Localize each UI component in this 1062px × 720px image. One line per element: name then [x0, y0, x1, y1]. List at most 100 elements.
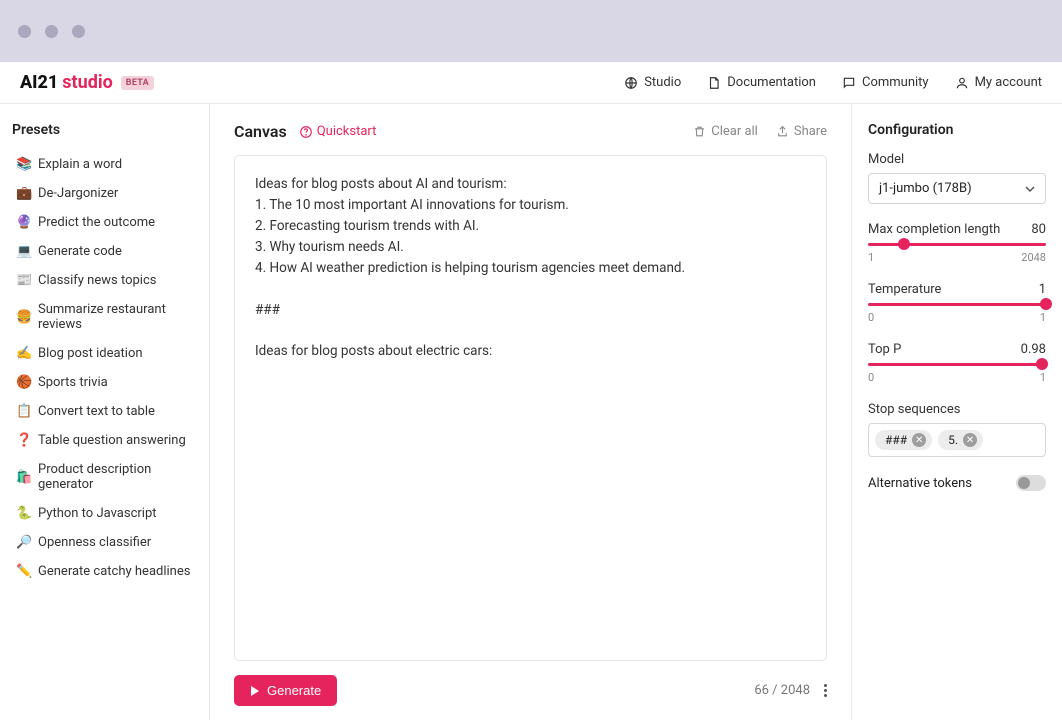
preset-emoji-icon: ✍️ [16, 346, 32, 361]
preset-item[interactable]: 📋Convert text to table [12, 397, 197, 426]
preset-item[interactable]: 🍔 Summarize restaurant reviews [12, 295, 197, 339]
max-length-value: 80 [1031, 222, 1046, 237]
play-icon [250, 686, 260, 696]
preset-emoji-icon: 📋 [16, 404, 32, 419]
chevron-down-icon [1025, 184, 1035, 194]
preset-label: Sports trivia [38, 375, 108, 390]
canvas-bottombar: Generate 66 / 2048 [234, 661, 827, 710]
preset-label: Generate code [38, 244, 122, 259]
preset-item[interactable]: ❓Table question answering [12, 426, 197, 455]
alt-tokens-label: Alternative tokens [868, 476, 972, 491]
clear-all-label: Clear all [711, 124, 758, 139]
document-icon [707, 76, 721, 90]
topp-max: 1 [1040, 371, 1046, 384]
model-value: j1-jumbo (178B) [879, 181, 972, 196]
share-button[interactable]: Share [776, 124, 827, 139]
token-count: 66 / 2048 [754, 683, 810, 698]
logo-part2: studio [62, 72, 112, 93]
topp-value: 0.98 [1021, 342, 1046, 357]
config-title: Configuration [868, 122, 1046, 138]
model-select[interactable]: j1-jumbo (178B) [868, 173, 1046, 204]
preset-label: Blog post ideation [38, 346, 143, 361]
max-length-min: 1 [868, 251, 874, 264]
preset-label: Classify news topics [38, 273, 156, 288]
nav-docs[interactable]: Documentation [707, 75, 816, 90]
preset-item[interactable]: ✏️Generate catchy headlines [12, 557, 197, 586]
topp-label: Top P [868, 342, 901, 357]
canvas-area: Canvas Quickstart Clear all Share Ideas … [210, 104, 852, 720]
preset-list: 📚Explain a word💼De-Jargonizer 🔮 Predict th… [12, 150, 197, 586]
temperature-min: 0 [868, 311, 874, 324]
preset-item[interactable]: 🛍️Product description generator [12, 455, 197, 499]
nav-community[interactable]: Community [842, 75, 929, 90]
preset-emoji-icon: ✏️ [16, 564, 32, 579]
nav-account[interactable]: My account [955, 75, 1042, 90]
canvas-title: Canvas [234, 122, 287, 141]
temperature-slider[interactable] [868, 303, 1046, 306]
alt-tokens-row: Alternative tokens [868, 475, 1046, 491]
preset-item[interactable]: 🏀Sports trivia [12, 368, 197, 397]
topbar: AI21 studio BETA Studio Documentation Co… [0, 62, 1062, 104]
tokens-area: 66 / 2048 [754, 683, 827, 698]
preset-label: Predict the outcome [38, 215, 155, 230]
preset-item[interactable]: 🐍Python to Javascript [12, 499, 197, 528]
chat-icon [842, 76, 856, 90]
preset-label: Product description generator [38, 462, 193, 492]
quickstart-label: Quickstart [317, 124, 377, 139]
window-dot [18, 25, 31, 38]
topp-slider[interactable] [868, 363, 1046, 366]
logo[interactable]: AI21 studio BETA [20, 72, 154, 93]
sidebar: Presets 📚Explain a word💼De-Jargonizer 🔮 Pr… [0, 104, 210, 720]
stop-sequences-input[interactable]: ### ✕ 5. ✕ [868, 423, 1046, 457]
nav-docs-label: Documentation [727, 75, 816, 90]
stop-sequences-group: Stop sequences ###✕5.✕ [868, 402, 1046, 457]
stop-token-text: 5. [948, 433, 958, 447]
temperature-group: Temperature 1 0 1 [868, 282, 1046, 324]
top-nav: Studio Documentation Community My accoun… [624, 75, 1042, 90]
logo-part1: AI21 [20, 72, 58, 93]
preset-item[interactable]: 💼De-Jargonizer [12, 179, 197, 208]
preset-emoji-icon: 💼 [16, 186, 32, 201]
nav-studio-label: Studio [644, 75, 681, 90]
preset-emoji-icon: 📰 [16, 273, 32, 288]
clear-all-button[interactable]: Clear all [693, 124, 758, 139]
preset-emoji-icon: 🔮 [16, 215, 32, 230]
share-label: Share [794, 124, 827, 139]
preset-label: Python to Javascript [38, 506, 157, 521]
preset-emoji-icon: 🔎 [16, 535, 32, 550]
main-layout: Presets 📚Explain a word💼De-Jargonizer 🔮 Pr… [0, 104, 1062, 720]
window-dot [72, 25, 85, 38]
preset-emoji-icon: 📚 [16, 157, 32, 172]
canvas-header: Canvas Quickstart Clear all Share [234, 122, 827, 141]
remove-chip-icon[interactable]: ✕ [963, 433, 977, 447]
trash-icon [693, 125, 706, 138]
alt-tokens-toggle[interactable] [1016, 475, 1046, 491]
preset-item[interactable]: 🔮 Predict the outcome [12, 208, 197, 237]
remove-chip-icon[interactable]: ✕ [912, 433, 926, 447]
share-icon [776, 125, 789, 138]
help-icon [299, 125, 313, 139]
nav-studio[interactable]: Studio [624, 75, 681, 90]
more-menu-button[interactable] [824, 684, 827, 697]
preset-item[interactable]: ✍️ Blog post ideation [12, 339, 197, 368]
max-length-slider[interactable] [868, 243, 1046, 246]
nav-community-label: Community [862, 75, 929, 90]
preset-item[interactable]: 🔎 Openness classifier [12, 528, 197, 557]
stop-token-text: ### [885, 433, 907, 447]
generate-button[interactable]: Generate [234, 675, 337, 706]
preset-item[interactable]: 💻Generate code [12, 237, 197, 266]
preset-label: Openness classifier [38, 535, 151, 550]
preset-item[interactable]: 📰 Classify news topics [12, 266, 197, 295]
config-panel: Configuration Model j1-jumbo (178B) Max … [852, 104, 1062, 720]
preset-emoji-icon: 🍔 [16, 310, 32, 325]
preset-item[interactable]: 📚Explain a word [12, 150, 197, 179]
sidebar-title: Presets [12, 122, 197, 138]
window-chrome [0, 0, 1062, 62]
prompt-textarea[interactable]: Ideas for blog posts about AI and touris… [234, 155, 827, 661]
preset-label: Table question answering [38, 433, 186, 448]
preset-label: Summarize restaurant reviews [38, 302, 193, 332]
quickstart-link[interactable]: Quickstart [299, 124, 377, 139]
globe-icon [624, 76, 638, 90]
window-dot [45, 25, 58, 38]
max-length-label: Max completion length [868, 222, 1000, 237]
